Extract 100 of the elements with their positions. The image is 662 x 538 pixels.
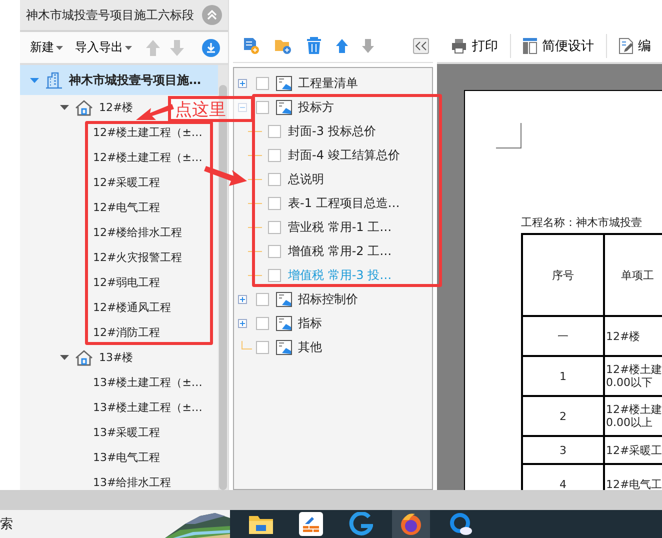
folder-icon: [249, 514, 273, 534]
house-icon: [75, 100, 93, 116]
caret-icon: [125, 46, 132, 50]
table-cell: 12#楼土建 0.00以下: [606, 363, 662, 389]
callout-label: 点这里: [168, 96, 254, 122]
checkbox[interactable]: [256, 100, 269, 114]
report-item[interactable]: 封面-3 投标总价: [288, 122, 376, 140]
caret-icon[interactable]: [60, 353, 69, 362]
table-cell: 12#楼: [606, 330, 640, 342]
report-icon: [276, 76, 292, 90]
checkbox[interactable]: [268, 124, 281, 138]
tree-item[interactable]: 13#楼土建工程（±…: [93, 400, 202, 415]
report-item[interactable]: 指标: [298, 314, 322, 332]
tree-item[interactable]: 12#楼给排水工程: [93, 225, 182, 240]
ring-icon: [449, 512, 473, 536]
tree-item[interactable]: 13#给排水工程: [93, 475, 172, 490]
checkbox[interactable]: [256, 316, 269, 330]
checkbox[interactable]: [256, 292, 269, 306]
search-label: 索: [0, 516, 13, 533]
report-item[interactable]: 工程量清单: [298, 74, 358, 92]
report-item[interactable]: 营业税 常用-1 工…: [288, 218, 392, 236]
new-report-icon[interactable]: [242, 37, 260, 55]
edit-document-icon: [619, 38, 633, 54]
tree-item[interactable]: 13#楼土建工程（±…: [93, 375, 202, 390]
report-icon: [276, 340, 292, 354]
double-chevron-icon: [206, 9, 218, 21]
tree-item[interactable]: 12#火灾报警工程: [93, 250, 182, 265]
expand-toggle-icon[interactable]: [238, 78, 247, 88]
expand-toggle-icon[interactable]: [238, 102, 247, 112]
move-up-icon[interactable]: [336, 39, 348, 53]
tree-item[interactable]: 13#电气工程: [93, 450, 160, 465]
report-icon: [276, 316, 292, 330]
tree-item[interactable]: 13#采暖工程: [93, 425, 160, 440]
move-up-icon[interactable]: [146, 40, 160, 56]
house-icon: [75, 350, 93, 366]
column-header: 序号: [552, 268, 574, 282]
table-cell: 12#采暖工: [606, 444, 662, 456]
toolbar-button[interactable]: 编: [615, 37, 655, 55]
app-icon: [299, 512, 323, 536]
checkbox[interactable]: [268, 196, 281, 210]
layout-icon: [523, 38, 537, 54]
checkbox[interactable]: [268, 244, 281, 258]
report-item[interactable]: 其他: [298, 338, 322, 356]
checkbox[interactable]: [268, 148, 281, 162]
tree-item[interactable]: 12#消防工程: [93, 325, 160, 340]
spiral-icon: [349, 512, 373, 536]
tree-item[interactable]: 12#楼: [99, 100, 134, 115]
tree-item[interactable]: 12#电气工程: [93, 200, 160, 215]
tree-item[interactable]: 神木市城投壹号项目施…: [20, 65, 218, 95]
report-icon: [276, 292, 292, 306]
caret-icon: [56, 46, 63, 50]
table-cell: 12#电气工: [606, 478, 662, 490]
collapse-button[interactable]: [202, 5, 222, 25]
toolbar-button[interactable]: 简便设计: [519, 37, 598, 55]
table-cell: 3: [560, 444, 566, 456]
table-cell: 1: [560, 370, 566, 382]
crop-mark: [496, 123, 522, 149]
tree-item[interactable]: 12#弱电工程: [93, 275, 160, 290]
caret-icon[interactable]: [60, 103, 69, 112]
caret-icon[interactable]: [30, 76, 39, 84]
checkbox[interactable]: [256, 76, 269, 90]
report-icon: [276, 100, 292, 114]
tree-item[interactable]: 12#采暖工程: [93, 175, 160, 190]
checkbox[interactable]: [256, 340, 269, 354]
report-item[interactable]: 总说明: [288, 170, 324, 188]
table-cell: 4: [560, 478, 566, 490]
arrow: [136, 104, 174, 120]
delete-icon[interactable]: [306, 37, 322, 55]
report-item[interactable]: 招标控制价: [298, 290, 358, 308]
report-item[interactable]: 增值税 常用-2 工…: [288, 242, 392, 260]
collapse-panel-button[interactable]: [413, 38, 429, 54]
column-header: 单项工: [621, 268, 654, 282]
table-cell: 2: [560, 410, 566, 422]
building-icon: [45, 71, 63, 89]
table-cell: 一: [558, 330, 568, 342]
report-item[interactable]: 表-1 工程项目总造…: [288, 194, 400, 212]
browser-icon: [399, 512, 423, 536]
tree-item[interactable]: 13#楼: [99, 350, 134, 365]
new-folder-icon[interactable]: [274, 37, 292, 55]
scrollbar[interactable]: [0, 490, 662, 510]
table-cell: 12#楼土建 0.00以上: [606, 403, 662, 429]
report-item[interactable]: 投标方: [298, 98, 334, 116]
download-icon[interactable]: [202, 38, 220, 56]
tree-item[interactable]: 12#楼土建工程（±…: [93, 150, 202, 165]
tree-item[interactable]: 12#楼通风工程: [93, 300, 172, 315]
report-item[interactable]: 封面-4 竣工结算总价: [288, 146, 400, 164]
move-down-icon[interactable]: [170, 40, 184, 56]
printer-icon: [451, 38, 467, 54]
checkbox[interactable]: [268, 220, 281, 234]
move-down-icon[interactable]: [362, 39, 374, 53]
arrow: [204, 166, 247, 186]
expand-toggle-icon[interactable]: [238, 294, 247, 304]
toolbar-menu[interactable]: 新建: [28, 39, 67, 56]
checkbox[interactable]: [268, 172, 281, 186]
expand-toggle-icon[interactable]: [238, 318, 247, 328]
toolbar-menu[interactable]: 导入导出: [73, 39, 136, 56]
tree-item[interactable]: 12#楼土建工程（±…: [93, 125, 202, 140]
toolbar-button[interactable]: 打印: [447, 37, 502, 55]
project-name: 工程名称：神木市城投壹: [521, 215, 642, 230]
checkbox[interactable]: [268, 268, 281, 282]
